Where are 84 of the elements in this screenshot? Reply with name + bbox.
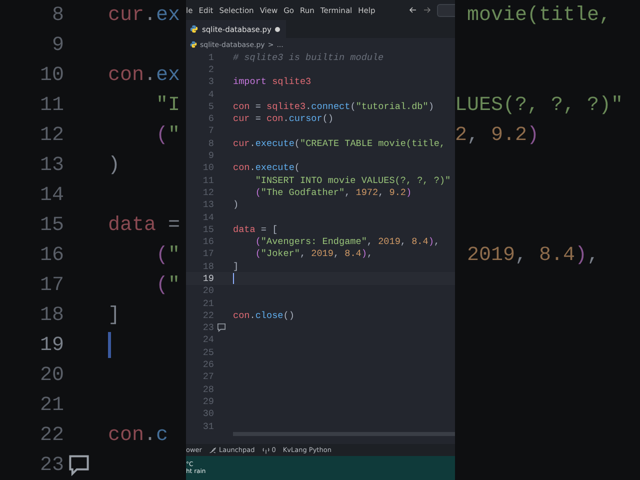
line-number: 19 <box>202 272 214 284</box>
code-line: (" <box>155 272 180 298</box>
code-line: "INSERT INTO movie VALUES(?, ?, ?)" <box>254 174 451 186</box>
line-number: 26 <box>202 359 214 370</box>
line-number: 19 <box>38 334 64 356</box>
line-number: 30 <box>202 408 214 420</box>
horizontal-scrollbar[interactable] <box>233 432 455 436</box>
line-number: 12 <box>38 124 64 146</box>
line-number: 23 <box>38 454 64 476</box>
code-line: ("Avengers: Endgame", 2019, 8.4), <box>254 236 440 248</box>
line-number: 16 <box>202 236 214 248</box>
line-number: 18 <box>38 304 64 326</box>
line-number: 18 <box>202 260 214 272</box>
line-number: 21 <box>38 394 64 416</box>
line-number: 20 <box>38 364 64 386</box>
line-number: 8 <box>50 4 64 26</box>
line-number: 17 <box>202 248 214 260</box>
code-line: ) <box>108 152 120 178</box>
line-number: 16 <box>38 244 64 266</box>
code-line: # sqlite3 is builtin module <box>233 51 384 64</box>
line-number: 15 <box>38 214 64 236</box>
line-number: 17 <box>38 274 64 296</box>
line-number: 23 <box>186 322 214 334</box>
line-number: 4 <box>207 88 214 100</box>
code-line: data = [ <box>233 223 278 236</box>
line-number: 6 <box>207 113 214 124</box>
line-number: 13 <box>202 199 214 210</box>
code-line: cur.execute("CREATE TABLE movie(title, <box>233 137 446 150</box>
code-line: data = <box>108 212 180 238</box>
line-number: 14 <box>38 184 64 206</box>
line-number: 13 <box>38 154 64 176</box>
code-line: "I <box>155 92 180 118</box>
line-number: 2 <box>207 64 214 75</box>
code-line: con.execute( <box>233 162 300 174</box>
code-line: 2, 9.2) <box>455 122 540 148</box>
antenna-icon <box>262 446 270 454</box>
line-number: 28 <box>202 384 214 395</box>
python-file-icon <box>190 25 198 33</box>
code-line: movie(title, <box>466 2 612 28</box>
line-number: 5 <box>207 100 214 112</box>
code-line: con.close() <box>233 309 294 322</box>
line-number: 9 <box>207 150 214 162</box>
line-number: 11 <box>202 174 214 186</box>
back-arrow-icon[interactable] <box>409 6 417 14</box>
line-number: 8 <box>207 138 214 149</box>
code-line: cur.ex <box>108 2 180 28</box>
comment-icon[interactable] <box>68 454 90 476</box>
line-number: 11 <box>38 94 64 116</box>
line-number: 9 <box>50 34 64 56</box>
code-line: (" <box>155 122 180 148</box>
code-line: 2019, 8.4), <box>466 242 600 268</box>
line-number: 31 <box>202 420 214 432</box>
code-line: con = sqlite3.connect("tutorial.db") <box>233 100 434 112</box>
line-number: 22 <box>38 424 64 446</box>
line-number: 3 <box>207 76 214 88</box>
line-number: 20 <box>202 285 214 296</box>
code-line: LUES(?, ?, ?)" <box>455 92 624 118</box>
line-number: 10 <box>202 162 214 174</box>
code-line: ) <box>233 198 239 211</box>
line-number: 25 <box>202 346 214 358</box>
code-line: import sqlite3 <box>233 76 312 88</box>
code-line: ] <box>233 260 239 272</box>
code-line: ("Joker", 2019, 8.4), <box>254 248 373 260</box>
line-number: 24 <box>202 334 214 346</box>
forward-arrow-icon[interactable] <box>423 6 431 14</box>
code-line: ] <box>108 302 120 328</box>
code-line: ("The Godfather", 1972, 9.2) <box>254 186 412 198</box>
code-line: con.ex <box>108 62 180 88</box>
code-line: cur = con.cursor() <box>233 112 334 125</box>
line-number: 15 <box>202 224 214 235</box>
line-number: 14 <box>202 212 214 222</box>
line-number: 1 <box>207 52 214 63</box>
code-line: con.c <box>108 422 168 448</box>
code-line: (" <box>155 242 180 268</box>
line-number: 27 <box>202 371 214 382</box>
line-number: 21 <box>202 298 214 309</box>
comment-icon[interactable] <box>217 323 226 332</box>
line-number: 12 <box>202 186 214 198</box>
search-field[interactable] <box>437 4 455 16</box>
python-file-icon <box>190 41 197 48</box>
line-number: 7 <box>207 125 214 136</box>
line-number: 29 <box>202 396 214 407</box>
line-number: 10 <box>38 64 64 86</box>
line-number: 22 <box>202 310 214 321</box>
